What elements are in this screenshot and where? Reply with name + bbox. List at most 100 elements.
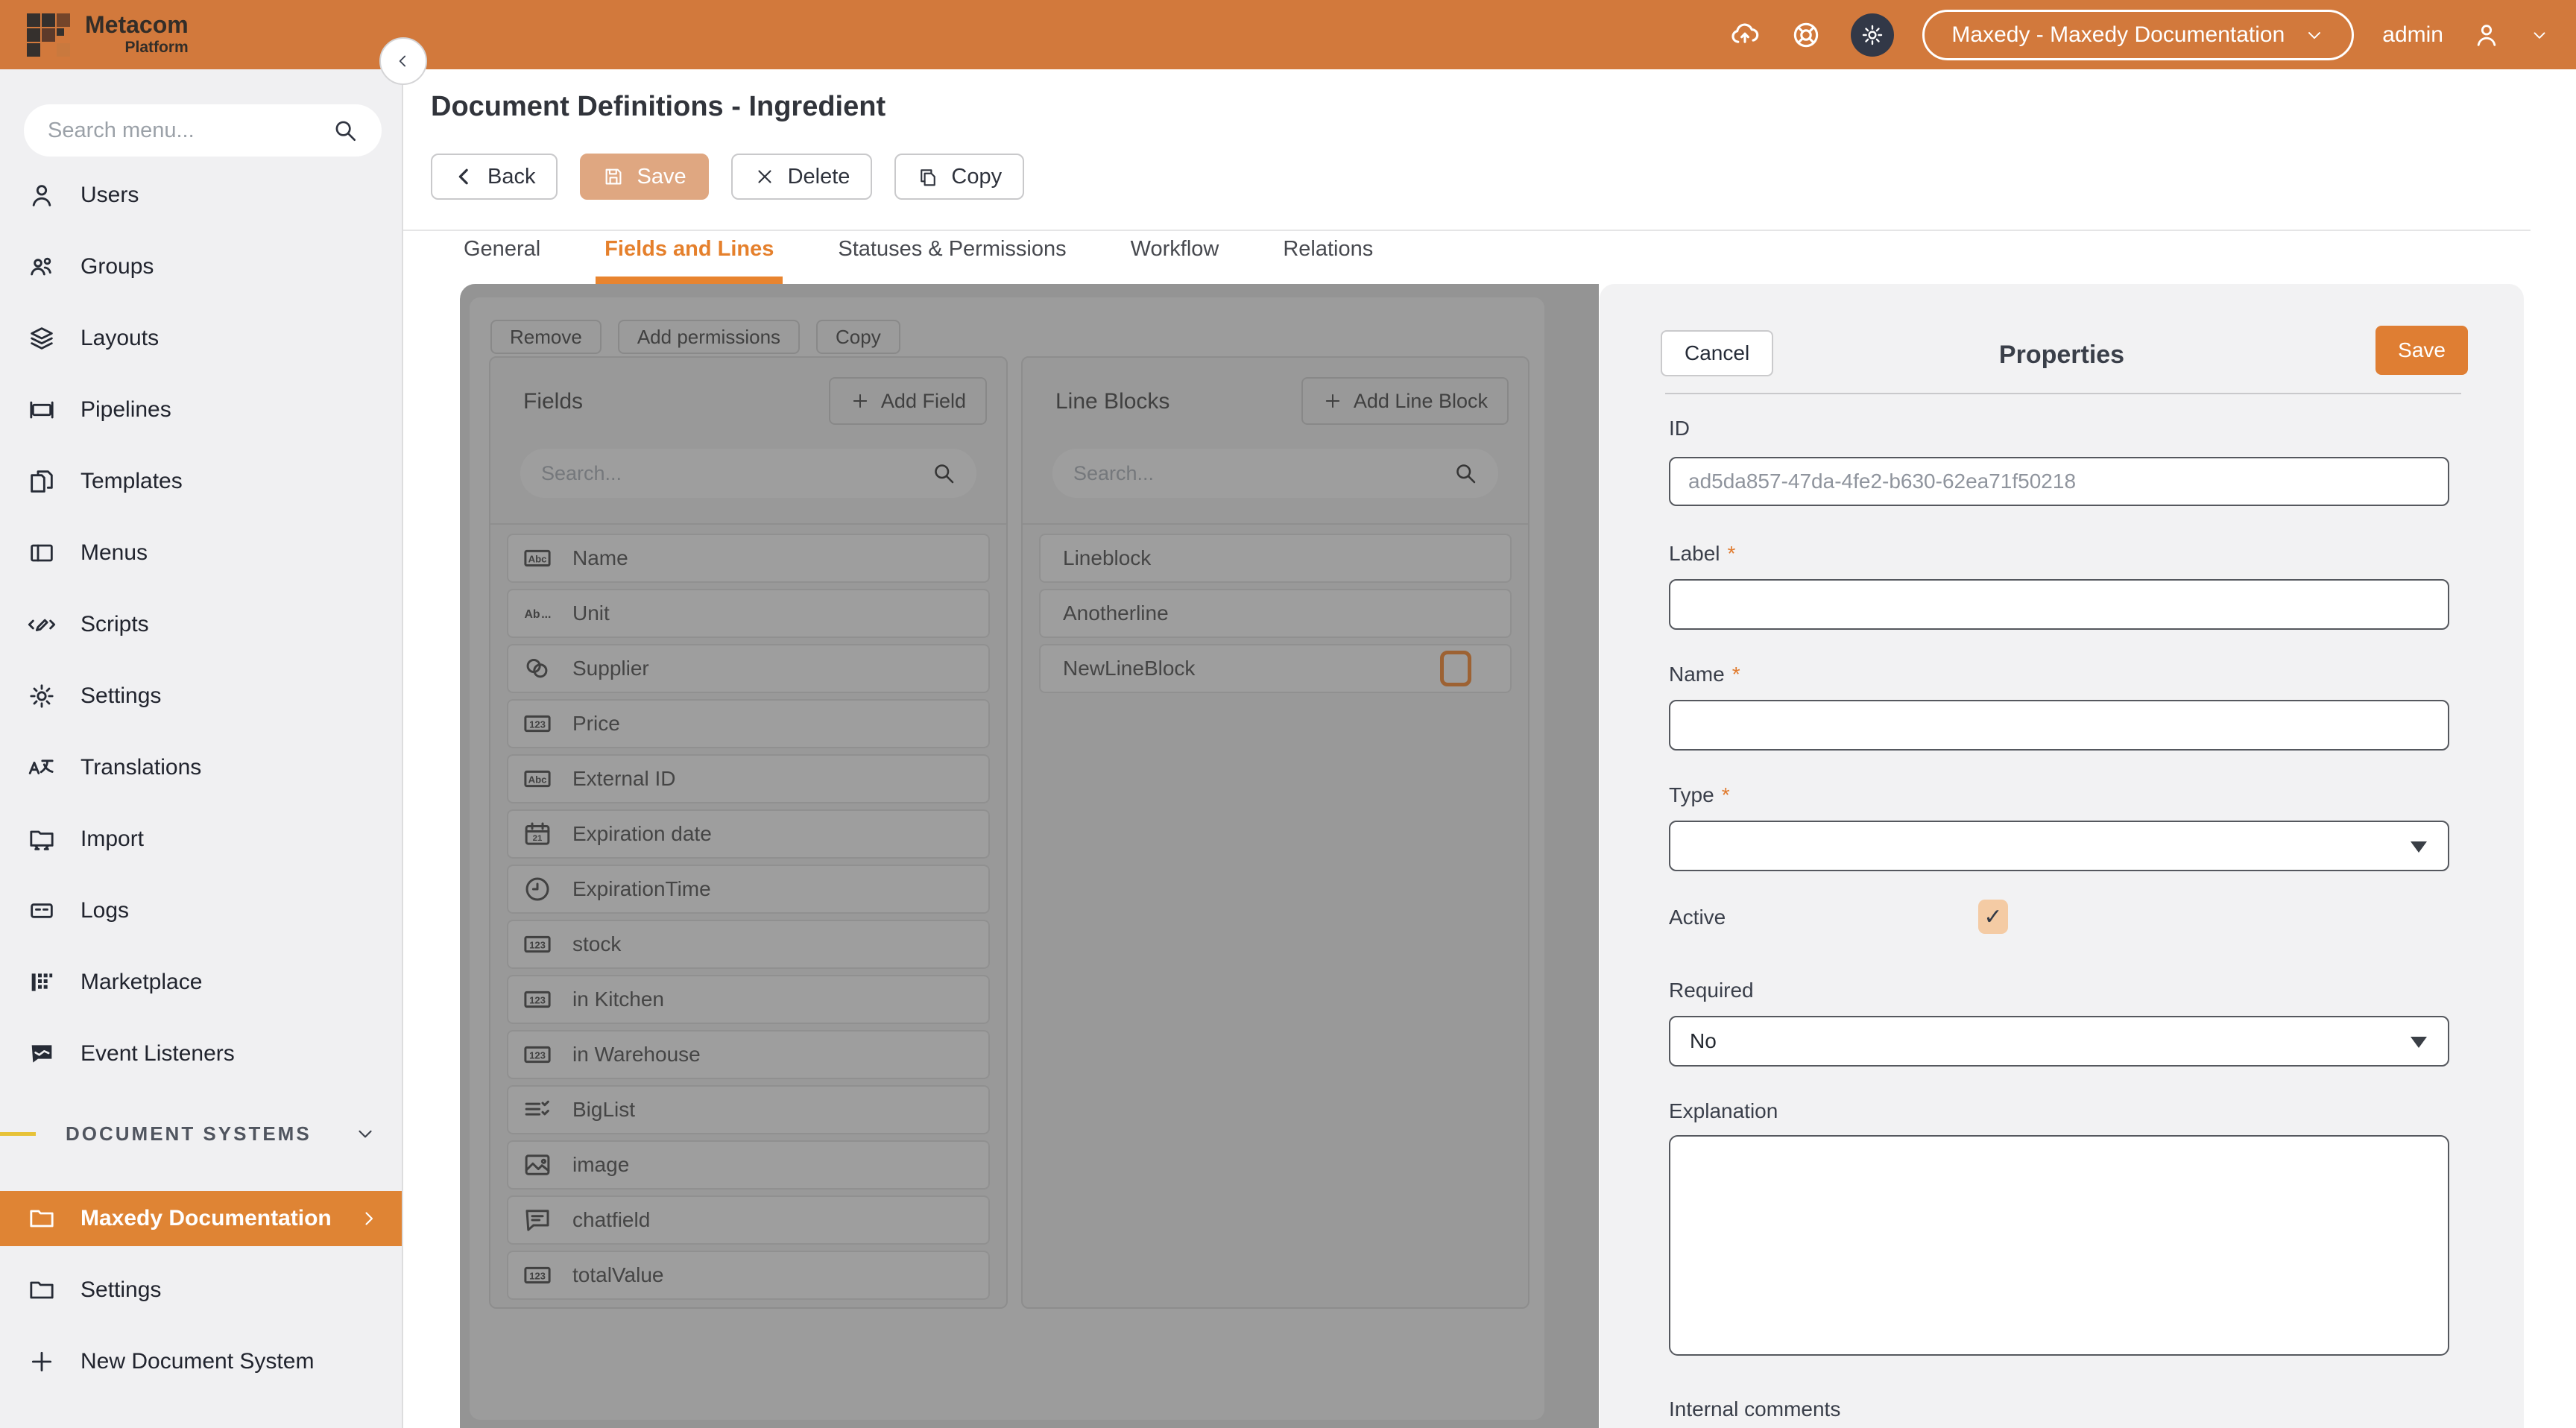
id-input[interactable] xyxy=(1669,457,2449,506)
sidebar-item-settings[interactable]: Settings xyxy=(0,1263,402,1318)
page-action-bar: Back Save Delete Copy xyxy=(431,154,1024,200)
panel-icon xyxy=(27,538,57,568)
grid-icon xyxy=(27,967,57,997)
back-button[interactable]: Back xyxy=(431,154,558,200)
delete-button[interactable]: Delete xyxy=(731,154,873,200)
page-title: Document Definitions - Ingredient xyxy=(431,91,886,123)
sidebar-search-input[interactable] xyxy=(46,118,331,144)
logo-subtitle: Platform xyxy=(85,39,189,57)
sidebar-section-document-systems[interactable]: DOCUMENT SYSTEMS xyxy=(0,1102,402,1166)
sidebar-item-maxedy-documentation[interactable]: Maxedy Documentation xyxy=(0,1191,402,1246)
pipeline-icon xyxy=(27,395,57,425)
import-icon xyxy=(27,824,57,854)
required-select[interactable]: No xyxy=(1669,1016,2449,1067)
properties-save-button[interactable]: Save xyxy=(2375,326,2468,375)
folder-icon xyxy=(27,1204,57,1233)
required-asterisk: * xyxy=(1722,783,1730,806)
required-asterisk: * xyxy=(1732,663,1740,686)
tab-relations[interactable]: Relations xyxy=(1283,237,1373,277)
type-label: Type* xyxy=(1669,783,1730,807)
tab-statuses-permissions[interactable]: Statuses & Permissions xyxy=(838,237,1066,277)
tab-general[interactable]: General xyxy=(464,237,540,277)
workspace-selector[interactable]: Maxedy - Maxedy Documentation xyxy=(1922,10,2354,60)
sidebar-item-groups[interactable]: Groups xyxy=(0,231,402,303)
tab-workflow[interactable]: Workflow xyxy=(1131,237,1219,277)
users-icon xyxy=(27,252,57,282)
user-avatar-icon[interactable] xyxy=(2472,20,2501,50)
properties-divider xyxy=(1665,393,2461,394)
save-button[interactable]: Save xyxy=(580,154,708,200)
folder-icon xyxy=(27,1275,57,1305)
active-label: Active xyxy=(1669,906,1726,929)
sidebar-collapse-button[interactable] xyxy=(379,37,427,85)
settings-gear-button[interactable] xyxy=(1851,13,1894,57)
explanation-textarea[interactable] xyxy=(1669,1135,2449,1356)
gear-icon xyxy=(27,681,57,711)
sidebar-item-layouts[interactable]: Layouts xyxy=(0,303,402,374)
sidebar-item-translations[interactable]: Translations xyxy=(0,732,402,803)
app-logo[interactable]: Metacom Platform xyxy=(27,13,189,57)
sidebar-item-marketplace[interactable]: Marketplace xyxy=(0,947,402,1018)
active-checkbox[interactable]: ✓ xyxy=(1978,900,2008,934)
user-icon xyxy=(27,180,57,210)
cloud-upload-icon[interactable] xyxy=(1729,19,1761,51)
save-floppy-icon xyxy=(602,165,625,188)
code-icon xyxy=(27,610,57,639)
label-input[interactable] xyxy=(1669,579,2449,630)
internal-comments-label: Internal comments xyxy=(1669,1397,1840,1421)
id-label: ID xyxy=(1669,417,1690,440)
sidebar-nav: Users Groups Layouts Pipelines Templates… xyxy=(0,159,402,1090)
sidebar-item-settings[interactable]: Settings xyxy=(0,660,402,732)
translate-icon xyxy=(27,753,57,783)
properties-panel: Cancel Properties Save ID Label* Name* T… xyxy=(1600,284,2524,1428)
plus-icon xyxy=(27,1347,57,1377)
logo-text: Metacom Platform xyxy=(85,13,189,57)
sidebar-item-import[interactable]: Import xyxy=(0,803,402,875)
name-label: Name* xyxy=(1669,663,1740,686)
logo-title: Metacom xyxy=(85,13,189,37)
section-dash xyxy=(0,1132,36,1136)
sidebar-item-new-document-system[interactable]: New Document System xyxy=(0,1334,402,1389)
pages-icon xyxy=(27,467,57,496)
sidebar-item-pipelines[interactable]: Pipelines xyxy=(0,374,402,446)
logs-icon xyxy=(27,896,57,926)
sidebar: Users Groups Layouts Pipelines Templates… xyxy=(0,69,403,1428)
sidebar-system-nav: Maxedy Documentation Settings New Docume… xyxy=(0,1191,402,1389)
copy-button[interactable]: Copy xyxy=(894,154,1024,200)
section-label: DOCUMENT SYSTEMS xyxy=(66,1122,312,1146)
header-actions: Maxedy - Maxedy Documentation admin xyxy=(1729,10,2549,60)
chat-event-icon xyxy=(27,1039,57,1069)
sidebar-item-scripts[interactable]: Scripts xyxy=(0,589,402,660)
required-asterisk: * xyxy=(1728,542,1736,565)
type-select[interactable] xyxy=(1669,821,2449,871)
chevron-down-icon xyxy=(2304,25,2325,45)
chevron-right-icon xyxy=(357,1207,379,1230)
help-lifebuoy-icon[interactable] xyxy=(1790,19,1822,51)
logo-icon xyxy=(27,13,70,57)
required-label: Required xyxy=(1669,979,1754,1002)
modal-scrim xyxy=(460,284,1599,1428)
name-input[interactable] xyxy=(1669,700,2449,751)
search-icon xyxy=(331,116,359,145)
username-label: admin xyxy=(2382,22,2443,48)
tab-bar: General Fields and Lines Statuses & Permis… xyxy=(464,237,1373,277)
header-divider xyxy=(403,230,2531,231)
user-menu-chevron-icon[interactable] xyxy=(2530,25,2549,45)
layers-icon xyxy=(27,323,57,353)
chevron-down-icon xyxy=(354,1122,376,1145)
tab-fields-and-lines[interactable]: Fields and Lines xyxy=(604,237,774,277)
back-chevron-icon xyxy=(453,165,476,188)
sidebar-item-event-listeners[interactable]: Event Listeners xyxy=(0,1018,402,1090)
sidebar-search[interactable] xyxy=(24,104,382,157)
workspace-selector-label: Maxedy - Maxedy Documentation xyxy=(1951,22,2285,48)
app-root: Metacom Platform Maxedy - Maxedy Documen… xyxy=(0,0,2576,1428)
label-label: Label* xyxy=(1669,542,1735,566)
gear-icon xyxy=(1860,22,1885,48)
explanation-label: Explanation xyxy=(1669,1099,1778,1123)
sidebar-item-templates[interactable]: Templates xyxy=(0,446,402,517)
chevron-left-icon xyxy=(394,51,413,71)
delete-x-icon xyxy=(754,165,776,188)
sidebar-item-logs[interactable]: Logs xyxy=(0,875,402,947)
sidebar-item-menus[interactable]: Menus xyxy=(0,517,402,589)
sidebar-item-users[interactable]: Users xyxy=(0,159,402,231)
